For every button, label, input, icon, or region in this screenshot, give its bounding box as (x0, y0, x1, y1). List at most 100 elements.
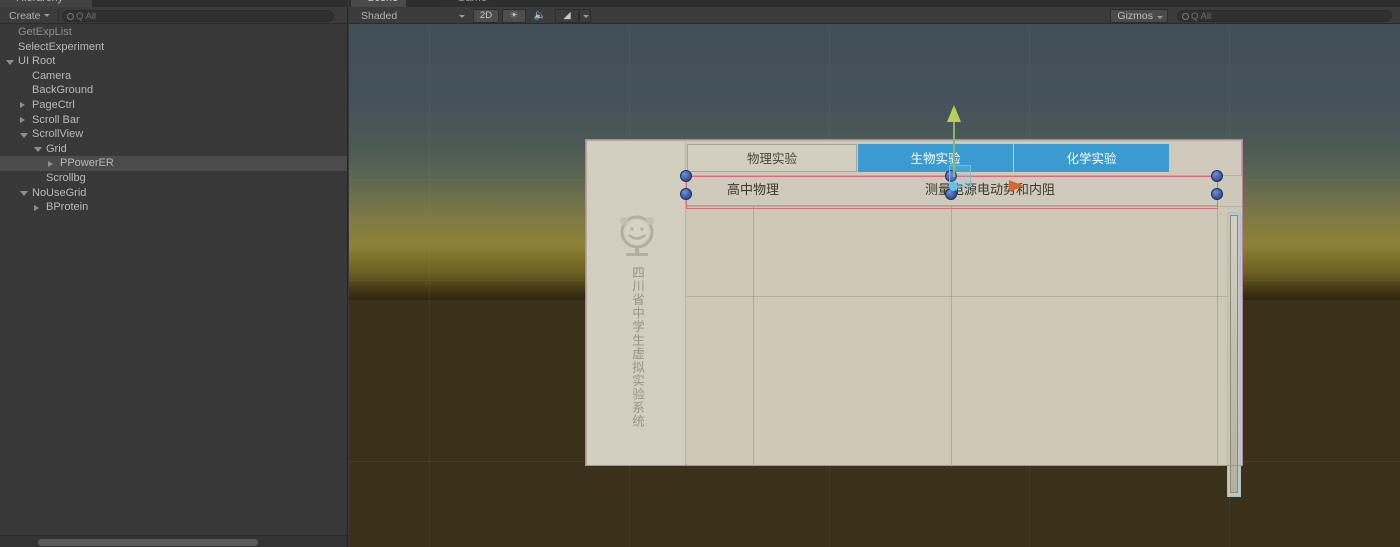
chevron-right-icon[interactable] (34, 204, 39, 211)
chevron-right-icon[interactable] (48, 160, 53, 167)
game-icon: ● (445, 0, 450, 2)
hierarchy-item-pagectrl[interactable]: PageCtrl (0, 98, 347, 113)
scene-tabbar: ☷ Scene ● Game ☰ (349, 0, 1400, 7)
chevron-right-icon[interactable] (20, 102, 25, 109)
create-button[interactable]: Create (6, 9, 53, 23)
tab-hierarchy[interactable]: ≡ Hierarchy (0, 0, 92, 7)
toggle-lighting-button[interactable]: ☀ (502, 9, 526, 23)
category-tab-1[interactable]: 生物实验 (858, 144, 1013, 172)
toggle-2d-label: 2D (479, 10, 493, 21)
toolbar-divider (58, 9, 59, 22)
tab-game-label: Game (457, 0, 487, 4)
hierarchy-item-scrollbg[interactable]: Scrollbg (0, 171, 347, 186)
hierarchy-item-ui-root[interactable]: UI Root (0, 54, 347, 69)
grid-line (429, 24, 430, 547)
hierarchy-item-label: GetExpList (18, 26, 72, 38)
image-effects-dropdown[interactable] (579, 9, 591, 23)
toggle-audio-button[interactable]: 🔈 (529, 9, 551, 23)
hierarchy-item-getexplist[interactable]: GetExpList (0, 25, 347, 40)
tab-scene[interactable]: ☷ Scene (351, 0, 407, 7)
image-effects-button[interactable]: ◢ (555, 9, 579, 23)
row-divider (687, 296, 1243, 297)
gizmo-x-axis-arrow[interactable] (1009, 180, 1024, 192)
tab-hierarchy-label: Hierarchy (16, 0, 63, 4)
toggle-2d-button[interactable]: 2D (473, 9, 499, 23)
hierarchy-item-grid[interactable]: Grid (0, 142, 347, 157)
hierarchy-item-label: Camera (32, 69, 72, 82)
scene-search-input[interactable]: Q All (1177, 10, 1392, 22)
tab-game[interactable]: ● Game (441, 0, 495, 7)
scene-toolbar: Shaded 2D ☀ 🔈 ◢ Gizmos Q All (349, 7, 1400, 24)
scene-icon: ☷ (355, 0, 363, 2)
tab-scene-label: Scene (367, 0, 398, 4)
chevron-right-icon[interactable] (20, 117, 25, 124)
hierarchy-item-label: BProtein (46, 201, 89, 214)
scrollbar-thumb[interactable] (1230, 215, 1238, 493)
hierarchy-item-label: Scrollbg (46, 171, 86, 184)
hierarchy-item-scrollview[interactable]: ScrollView (0, 127, 347, 142)
hierarchy-search-placeholder: Q All (76, 11, 97, 22)
scrollbar-thumb[interactable] (38, 539, 258, 546)
hierarchy-item-label: Scroll Bar (32, 113, 80, 126)
hierarchy-item-label: UI Root (18, 55, 56, 68)
school-logo-icon (620, 215, 654, 256)
hierarchy-item-label: PageCtrl (32, 98, 75, 111)
draw-mode-dropdown[interactable]: Shaded (357, 9, 467, 23)
hierarchy-panel-menu-icon[interactable]: ☰ (336, 0, 345, 1)
chevron-down-icon (583, 15, 589, 18)
gizmos-dropdown[interactable]: Gizmos (1110, 9, 1168, 23)
column-divider (1217, 176, 1218, 467)
category-tab-2[interactable]: 化学实验 (1014, 144, 1169, 172)
draw-mode-label: Shaded (361, 10, 398, 22)
chevron-down-icon[interactable] (6, 59, 14, 65)
column-divider (753, 176, 754, 467)
hierarchy-tabbar: ≡ Hierarchy ☰ (0, 0, 348, 7)
scene-search-placeholder: Q All (1191, 11, 1212, 22)
hierarchy-tree[interactable]: GetExpList SelectExperiment UI Root Camera B… (0, 25, 347, 522)
hierarchy-horizontal-scrollbar[interactable] (0, 535, 347, 547)
image-effects-icon: ◢ (563, 10, 571, 21)
gizmo-center-handle[interactable] (949, 182, 958, 191)
rect-handle-left[interactable] (680, 188, 692, 200)
hierarchy-icon: ≡ (4, 0, 13, 2)
scene-viewport[interactable]: 四川省中学生虚拟实验系统 物理实验 生物实验 化学实验 高中物理 测量电源电动势和内… (349, 24, 1400, 547)
row-subject: 高中物理 (727, 183, 780, 198)
experiment-list-content: 高中物理 测量电源电动势和内阻 (687, 175, 1243, 497)
row-divider (687, 206, 1243, 207)
chevron-down-icon[interactable] (34, 147, 42, 153)
column-divider (951, 176, 952, 467)
speaker-icon: 🔈 (533, 10, 547, 21)
hierarchy-item-camera[interactable]: Camera (0, 69, 347, 84)
hierarchy-item-bprotein[interactable]: BProtein (0, 200, 347, 215)
gizmo-y-axis-arrow[interactable] (947, 105, 961, 122)
unity-editor-window: ≡ Hierarchy ☰ Create Q All GetExpList Sel… (0, 0, 1400, 547)
hierarchy-item-label: NoUseGrid (32, 186, 87, 199)
search-icon (67, 13, 74, 20)
chevron-down-icon[interactable] (20, 191, 28, 197)
hierarchy-item-nousegrid[interactable]: NoUseGrid (0, 186, 347, 201)
gizmos-label: Gizmos (1117, 10, 1153, 22)
scene-view-panel: ☷ Scene ● Game ☰ Shaded 2D ☀ 🔈 (349, 0, 1400, 547)
hierarchy-search-input[interactable]: Q All (62, 10, 334, 22)
search-icon (1182, 13, 1189, 20)
rect-handle-right[interactable] (1211, 188, 1223, 200)
logo-sidebar: 四川省中学生虚拟实验系统 (587, 141, 686, 466)
chevron-down-icon[interactable] (20, 132, 28, 138)
logo-text: 四川省中学生虚拟实验系统 (630, 266, 645, 428)
rect-handle-top-left[interactable] (680, 170, 692, 182)
hierarchy-item-label: ScrollView (32, 128, 84, 141)
category-tab-0[interactable]: 物理实验 (687, 144, 857, 172)
scene-panel-menu-icon[interactable]: ☰ (1388, 0, 1397, 1)
hierarchy-panel: ≡ Hierarchy ☰ Create Q All GetExpList Sel… (0, 0, 348, 547)
hierarchy-item-label: SelectExperiment (18, 40, 105, 53)
hierarchy-item-background[interactable]: BackGround (0, 83, 347, 98)
chevron-down-icon (43, 14, 50, 17)
rect-handle-top-right[interactable] (1211, 170, 1223, 182)
hierarchy-item-selectexperiment[interactable]: SelectExperiment (0, 40, 347, 55)
hierarchy-item-label: PPowerER (60, 157, 114, 170)
hierarchy-item-ppowerer[interactable]: PPowerER (0, 156, 347, 171)
list-vertical-scrollbar[interactable] (1227, 212, 1241, 497)
hierarchy-item-label: Grid (46, 142, 67, 155)
chevron-down-icon (459, 15, 465, 18)
hierarchy-item-scroll-bar[interactable]: Scroll Bar (0, 113, 347, 128)
